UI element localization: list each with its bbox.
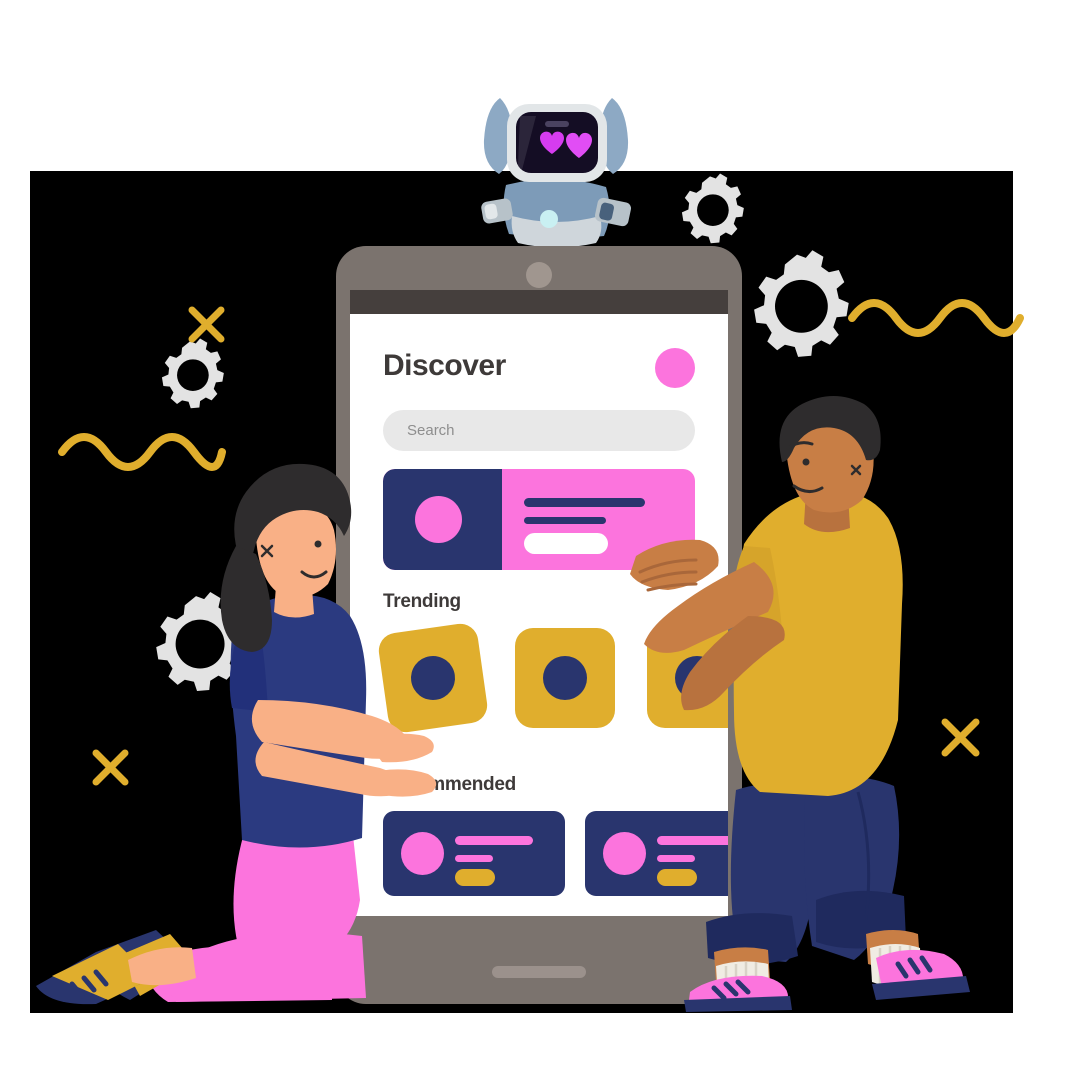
section-title-trending: Trending [383, 591, 461, 612]
search-placeholder: Search [407, 422, 455, 439]
phone-statusbar [350, 290, 728, 314]
x-right-icon [941, 718, 980, 757]
hero-thumbnail [383, 469, 502, 570]
trending-tile-icon [543, 656, 587, 700]
avatar[interactable] [655, 348, 695, 388]
app-screen: Discover Search Trending Recommended [350, 314, 728, 916]
hero-subtitle-bar [524, 517, 606, 524]
hero-card[interactable] [383, 469, 695, 570]
recommended-card-title-bar [657, 836, 728, 845]
gear-top-right-small-icon [681, 173, 744, 244]
trending-tile-2[interactable] [515, 628, 615, 728]
phone-camera-dot [526, 262, 552, 288]
x-upper-left-icon [188, 306, 225, 343]
recommended-card-subtitle-bar [657, 855, 695, 862]
section-title-recommended: Recommended [383, 774, 516, 795]
page-title: Discover [383, 349, 506, 382]
hero-title-bar [524, 498, 645, 507]
squiggle-right-icon [848, 299, 1024, 337]
trending-tile-3[interactable] [647, 628, 728, 728]
trending-tile-icon [408, 653, 458, 703]
gear-left-large-icon [156, 592, 244, 691]
gear-left-small-icon [161, 338, 224, 409]
phone-home-indicator [492, 966, 586, 978]
x-lower-left-icon [92, 749, 129, 786]
app-header: Discover [383, 344, 695, 392]
squiggle-left-icon [58, 433, 226, 471]
hero-thumbnail-circle [415, 496, 462, 543]
search-input[interactable]: Search [383, 410, 695, 451]
hero-action-button[interactable] [524, 533, 608, 554]
recommended-card-thumbnail [603, 832, 646, 875]
trending-tile-row [376, 621, 728, 735]
recommended-card-2[interactable] [585, 811, 728, 896]
recommended-card-title-bar [455, 836, 533, 845]
recommended-card-thumbnail [401, 832, 444, 875]
illustration-canvas: Discover Search Trending Recommended [0, 0, 1080, 1080]
recommended-card-badge [657, 869, 697, 886]
recommended-card-1[interactable] [383, 811, 565, 896]
phone-device: Discover Search Trending Recommended [336, 246, 742, 1004]
trending-tile-1[interactable] [376, 621, 490, 735]
recommended-card-row [383, 811, 728, 896]
recommended-card-badge [455, 869, 495, 886]
trending-tile-icon [675, 656, 719, 700]
gear-top-right-large-icon [754, 250, 849, 357]
recommended-card-subtitle-bar [455, 855, 493, 862]
